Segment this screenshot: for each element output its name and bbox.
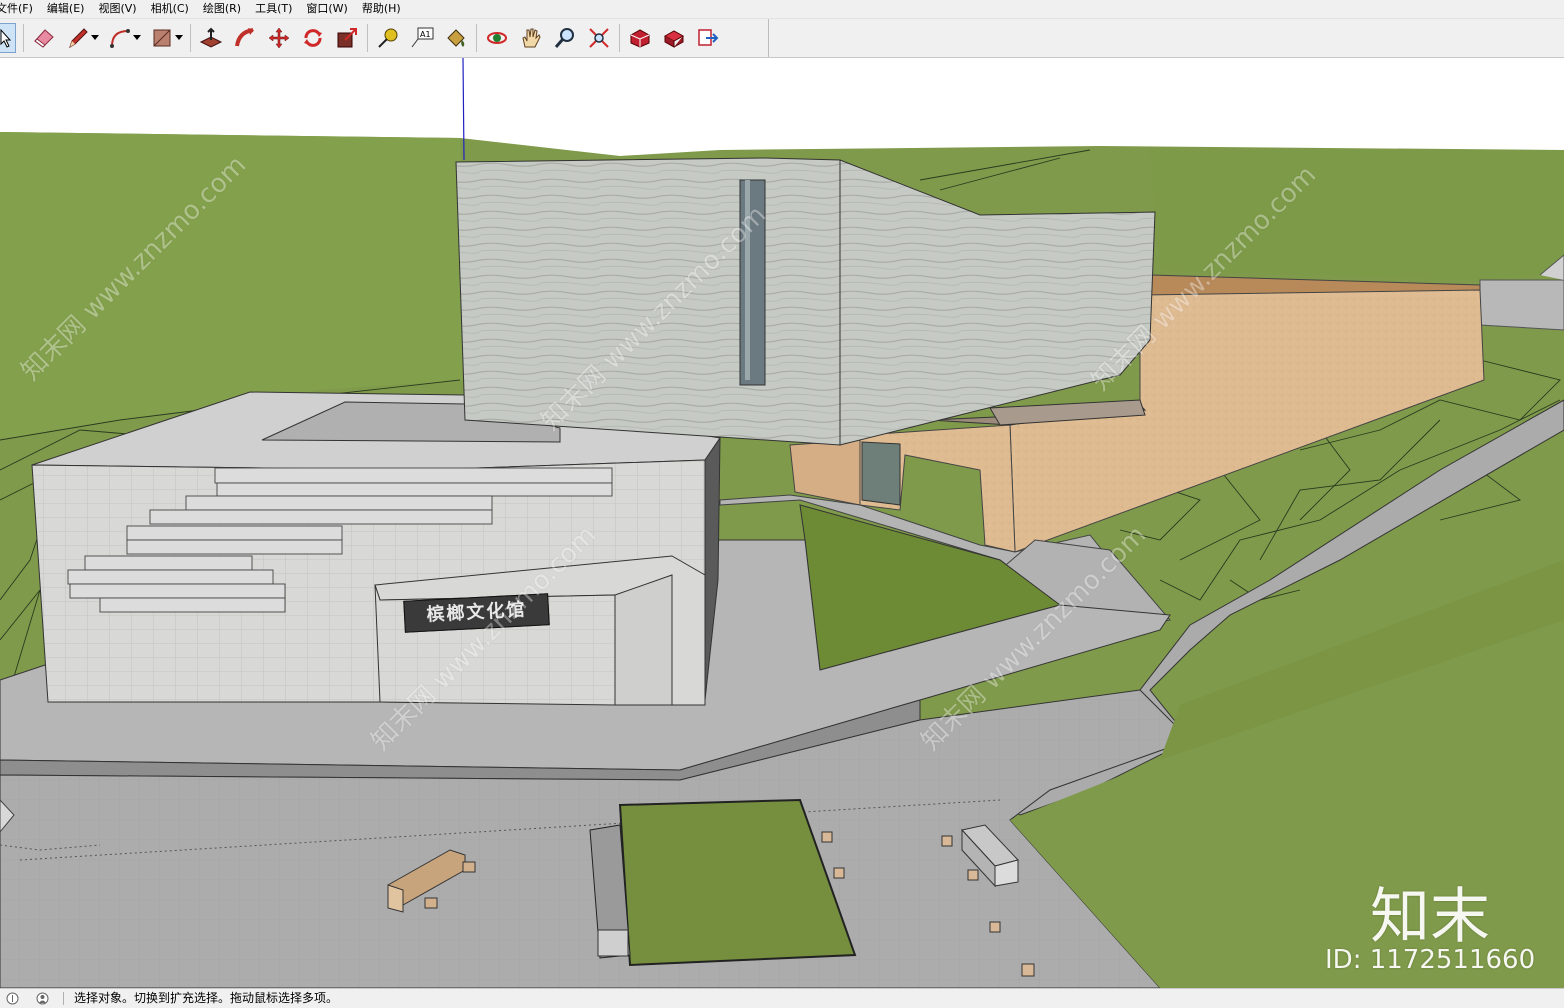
arrow-cursor-icon <box>0 28 12 48</box>
toolbar-separator <box>476 24 477 52</box>
toolbar-separator <box>367 24 368 52</box>
text-tool-button[interactable]: A1 <box>409 24 435 52</box>
menu-camera[interactable]: 相机(C) <box>144 0 196 18</box>
rectangle-tool-button[interactable] <box>149 24 175 52</box>
scale-icon <box>337 28 357 48</box>
menu-bar: 文件(F) 编辑(E) 视图(V) 相机(C) 绘图(R) 工具(T) 窗口(W… <box>0 0 1564 19</box>
toolbar-separator <box>190 24 191 52</box>
scale-tool-button[interactable] <box>334 24 360 52</box>
follow-me-icon <box>235 28 254 47</box>
status-divider <box>63 992 64 1005</box>
orbit-tool-button[interactable] <box>484 24 510 52</box>
toolbar-separator <box>23 24 24 52</box>
user-credits-icon[interactable] <box>36 992 49 1005</box>
push-pull-icon <box>199 27 223 48</box>
orbit-icon <box>487 32 507 44</box>
extension-warehouse-icon <box>663 30 685 48</box>
far-right-wall <box>1479 279 1564 331</box>
arc-icon <box>110 29 130 48</box>
dropdown-arrow-icon <box>91 35 99 40</box>
push-pull-tool-button[interactable] <box>198 24 224 52</box>
rectangle-tool-dropdown[interactable] <box>175 24 183 52</box>
eraser-tool-button[interactable] <box>31 24 57 52</box>
zoom-extents-tool-button[interactable] <box>586 24 612 52</box>
hand-icon <box>522 28 541 48</box>
extension-warehouse-tool-button[interactable] <box>661 24 687 52</box>
model-viewport[interactable]: 槟榔文化馆 知末网 www.znzmo.com 知末网 www.znzmo.co… <box>0 58 1564 988</box>
menu-window[interactable]: 窗口(W) <box>299 0 354 18</box>
select-tool-button[interactable] <box>0 23 16 53</box>
dropdown-arrow-icon <box>175 35 183 40</box>
scene-drawing <box>0 58 1564 988</box>
menu-tools[interactable]: 工具(T) <box>248 0 299 18</box>
line-tool-button[interactable] <box>65 24 91 52</box>
watermark-brand: 知末 <box>1370 882 1490 952</box>
pencil-icon <box>69 28 88 49</box>
line-tool-dropdown[interactable] <box>91 24 99 52</box>
toolbar: A1 <box>0 19 1564 58</box>
warehouse-tool-button[interactable] <box>627 24 653 52</box>
toolbar-separator <box>619 24 620 52</box>
move-icon <box>268 27 290 49</box>
magnifier-icon <box>554 28 574 48</box>
paint-bucket-icon <box>447 29 465 47</box>
menu-draw[interactable]: 绘图(R) <box>196 0 248 18</box>
dropdown-arrow-icon <box>133 35 141 40</box>
arc-tool-button[interactable] <box>107 24 133 52</box>
menu-file[interactable]: 文件(F) <box>0 0 40 18</box>
follow-me-tool-button[interactable] <box>232 24 258 52</box>
rotate-icon <box>304 29 322 47</box>
move-tool-button[interactable] <box>266 24 292 52</box>
status-bar: 选择对象。切换到扩充选择。拖动鼠标选择多项。 <box>0 988 1564 1008</box>
zoom-extents-icon <box>589 28 609 48</box>
sky <box>0 58 1564 138</box>
send-to-layout-tool-button[interactable] <box>695 24 721 52</box>
large-tool-set: A1 <box>0 19 769 57</box>
paint-bucket-tool-button[interactable] <box>443 24 469 52</box>
3d-warehouse-icon <box>630 29 650 48</box>
eraser-icon <box>34 29 54 48</box>
tape-measure-icon <box>378 28 398 48</box>
zoom-tool-button[interactable] <box>552 24 578 52</box>
tape-measure-tool-button[interactable] <box>375 24 401 52</box>
arc-tool-dropdown[interactable] <box>133 24 141 52</box>
menu-edit[interactable]: 编辑(E) <box>40 0 92 18</box>
menu-view[interactable]: 视图(V) <box>91 0 143 18</box>
pan-tool-button[interactable] <box>518 24 544 52</box>
menu-help[interactable]: 帮助(H) <box>355 0 408 18</box>
rectangle-icon <box>153 29 171 47</box>
status-message: 选择对象。切换到扩充选择。拖动鼠标选择多项。 <box>74 991 339 1005</box>
geo-location-icon[interactable] <box>6 992 19 1005</box>
send-to-layout-icon <box>698 29 719 46</box>
glass-doors <box>861 441 901 506</box>
rotate-tool-button[interactable] <box>300 24 326 52</box>
svg-text:A1: A1 <box>420 30 431 39</box>
text-label-icon: A1 <box>411 27 434 48</box>
watermark-id: ID: 1172511660 <box>1325 945 1536 975</box>
